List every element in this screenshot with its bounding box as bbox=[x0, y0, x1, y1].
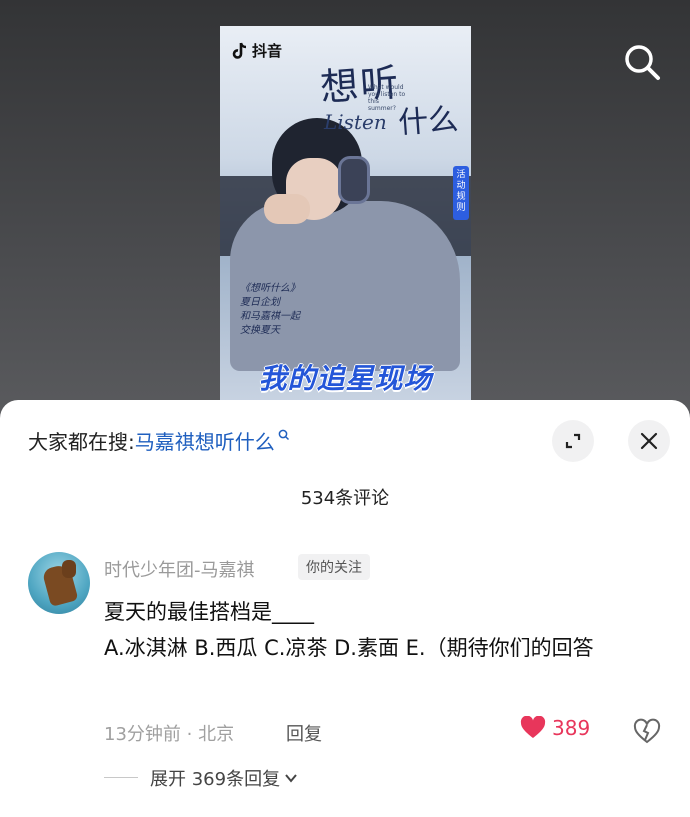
trending-keyword-link[interactable]: 马嘉祺想听什么 bbox=[135, 426, 275, 455]
comment-text-line1: 夏天的最佳搭档是____ bbox=[104, 600, 314, 624]
close-button[interactable] bbox=[628, 420, 670, 462]
poster-title-line2: 什么 bbox=[397, 101, 460, 142]
expand-button[interactable] bbox=[552, 420, 594, 462]
like-button[interactable]: 389 bbox=[520, 716, 590, 740]
small-search-icon bbox=[278, 429, 289, 440]
chevron-down-icon bbox=[285, 774, 297, 783]
like-count: 389 bbox=[552, 716, 591, 740]
search-button[interactable] bbox=[620, 40, 664, 84]
comments-count: 534条评论 bbox=[300, 488, 390, 509]
broken-heart-icon bbox=[633, 718, 661, 744]
douyin-logo: 抖音 bbox=[232, 40, 282, 61]
trending-prefix: 大家都在搜: bbox=[28, 430, 135, 454]
follow-badge: 你的关注 bbox=[298, 554, 370, 580]
horse-head-figure bbox=[62, 560, 76, 578]
search-icon bbox=[625, 45, 660, 80]
close-icon bbox=[640, 432, 658, 450]
poster-person-hand bbox=[264, 194, 310, 224]
comment-text: 夏天的最佳搭档是____ A.冰淇淋 B.西瓜 C.凉茶 D.素面 E.（期待你… bbox=[104, 594, 660, 666]
comment-meta: 13分钟前 · 北京 bbox=[104, 724, 235, 745]
handwriting-line: 交换夏天 bbox=[240, 325, 280, 336]
trending-search[interactable]: 大家都在搜: 马嘉祺想听什么 bbox=[28, 426, 290, 455]
handwriting-line: 《想听什么》 bbox=[240, 283, 300, 294]
douyin-logo-text: 抖音 bbox=[252, 42, 283, 60]
comment-username[interactable]: 时代少年团-马嘉祺 bbox=[104, 556, 255, 582]
expand-replies-label: 展开 369条回复 bbox=[150, 769, 281, 790]
reply-button[interactable]: 回复 bbox=[286, 720, 322, 746]
avatar[interactable] bbox=[28, 552, 90, 614]
dislike-button[interactable] bbox=[632, 716, 662, 746]
handwriting-line: 夏日企划 bbox=[240, 297, 280, 308]
expand-replies-divider bbox=[104, 777, 138, 778]
video-poster[interactable]: 抖音 想听 What would you listen to this summ… bbox=[220, 26, 471, 403]
activity-rules-button[interactable]: 活动规则 bbox=[453, 166, 469, 220]
poster-handwriting: 《想听什么》 夏日企划 和马嘉祺一起 交换夏天 bbox=[240, 282, 300, 338]
douyin-note-icon bbox=[232, 42, 247, 59]
poster-banner: 我的追星现场 bbox=[258, 362, 433, 395]
comments-sheet: 大家都在搜: 马嘉祺想听什么 534条评论 时代少年团-马嘉祺 你的关注 夏天的… bbox=[0, 400, 690, 817]
heart-icon bbox=[520, 716, 546, 738]
expand-icon bbox=[565, 433, 581, 449]
expand-replies-button[interactable]: 展开 369条回复 bbox=[150, 765, 298, 791]
poster-listen-word: Listen bbox=[324, 110, 387, 134]
headphone-icon bbox=[338, 156, 370, 204]
handwriting-line: 和马嘉祺一起 bbox=[240, 311, 300, 322]
comment-text-line2: A.冰淇淋 B.西瓜 C.凉茶 D.素面 E.（期待你们的回答 bbox=[104, 636, 594, 660]
video-area[interactable]: 抖音 想听 What would you listen to this summ… bbox=[0, 0, 690, 420]
